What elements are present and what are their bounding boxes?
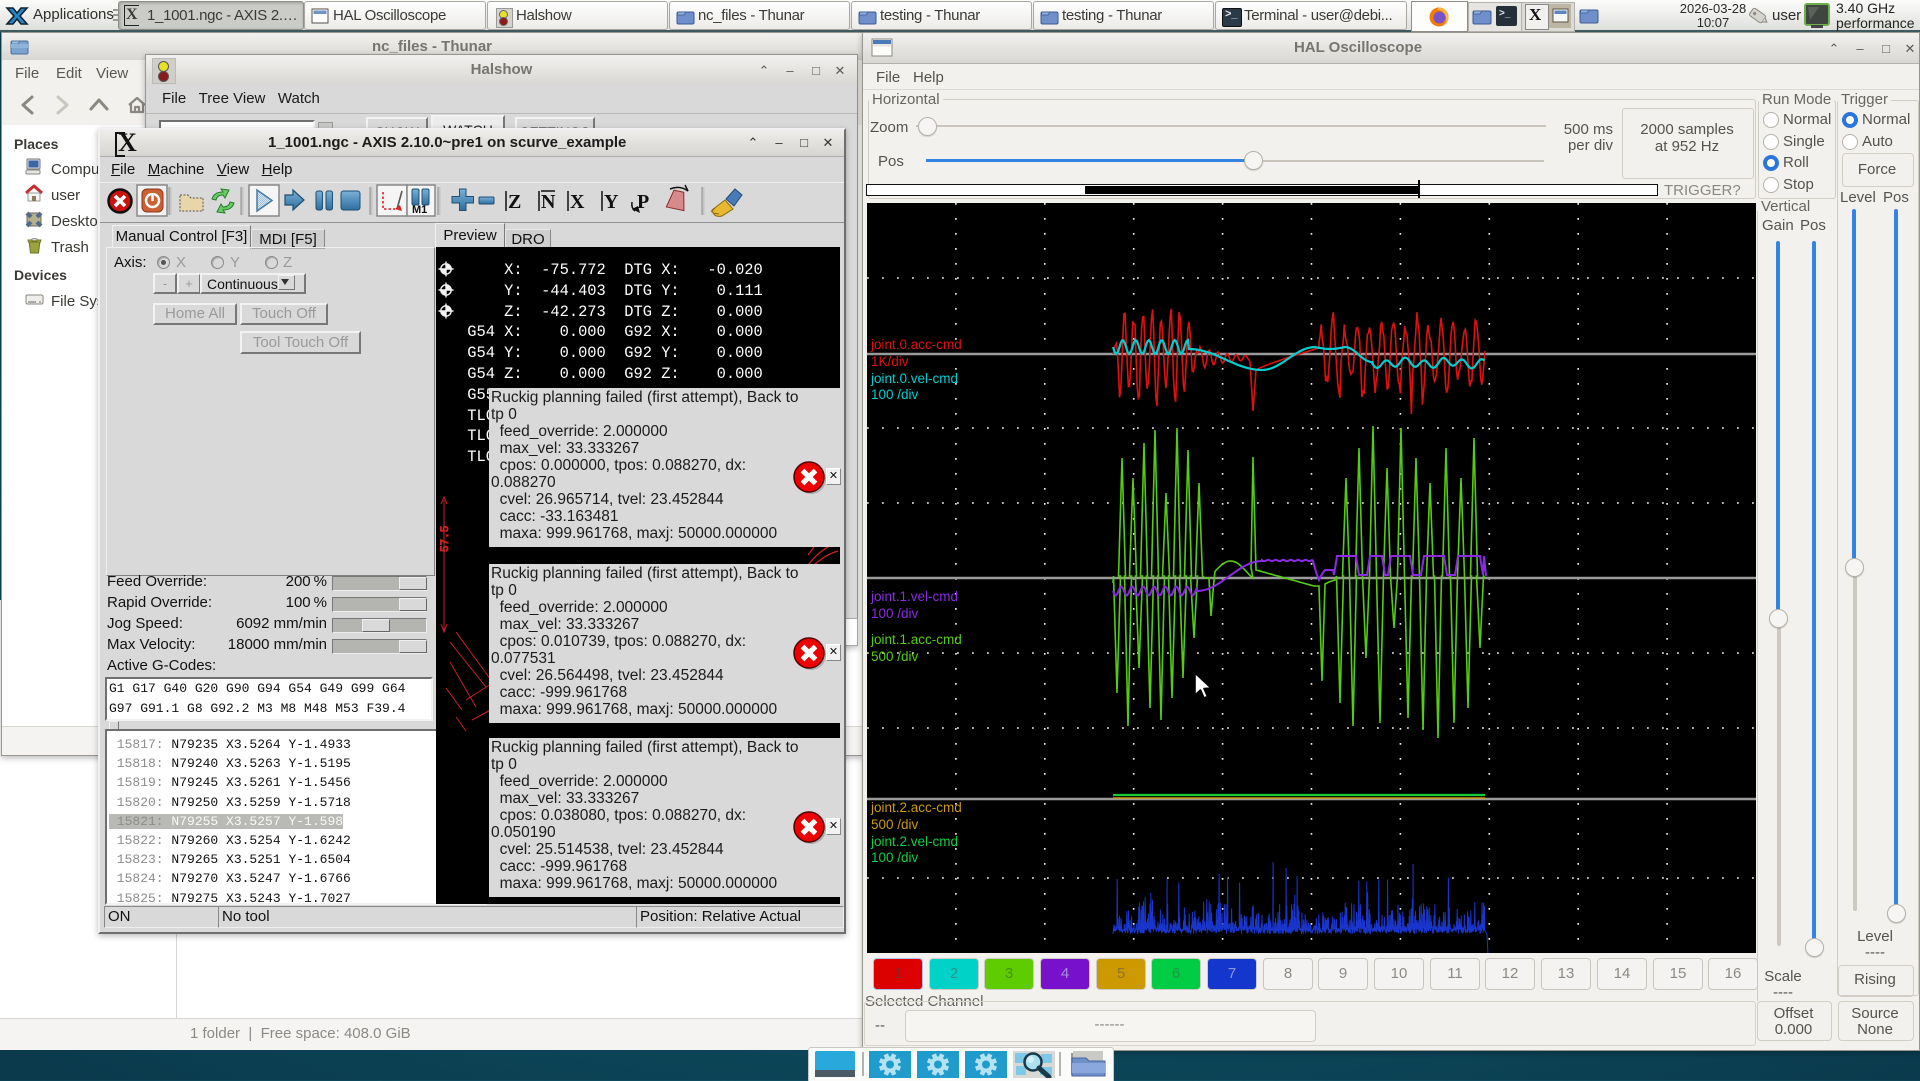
svg-text:Y: Y <box>604 191 619 213</box>
svg-text:X: X <box>570 191 585 213</box>
svg-text:100 /div: 100 /div <box>871 387 919 402</box>
svg-text:joint.0.vel-cmd: joint.0.vel-cmd <box>870 371 958 386</box>
svg-text:1K/div: 1K/div <box>871 354 909 369</box>
svg-text:100 /div: 100 /div <box>871 850 919 865</box>
svg-text:M1: M1 <box>412 204 427 216</box>
svg-text:500 /div: 500 /div <box>871 649 919 664</box>
svg-text:joint.0.acc-cmd: joint.0.acc-cmd <box>870 337 962 352</box>
svg-text:100 /div: 100 /div <box>871 606 919 621</box>
svg-text:500 /div: 500 /div <box>871 817 919 832</box>
svg-text:Z: Z <box>508 191 521 213</box>
svg-text:57.5: 57.5 <box>440 526 452 552</box>
svg-text:N: N <box>541 191 556 213</box>
svg-text:joint.2.acc-cmd: joint.2.acc-cmd <box>870 800 962 815</box>
svg-text:joint.1.vel-cmd: joint.1.vel-cmd <box>870 589 958 604</box>
svg-text:joint.2.vel-cmd: joint.2.vel-cmd <box>870 834 958 849</box>
svg-text:joint.1.acc-cmd: joint.1.acc-cmd <box>870 632 962 647</box>
